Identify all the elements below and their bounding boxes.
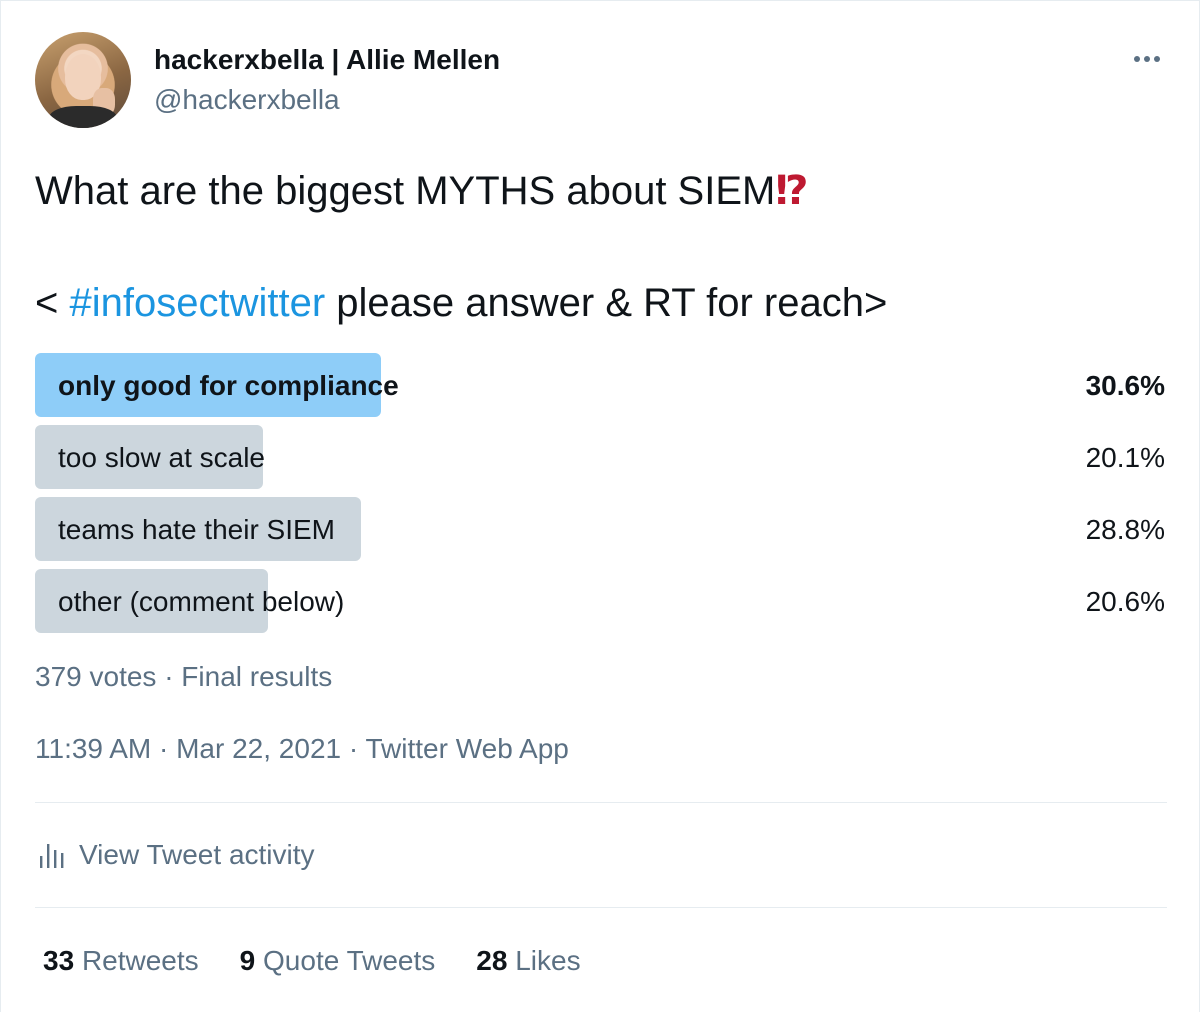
poll-option: only good for compliance 30.6% [35,353,1167,417]
tweet-text: What are the biggest MYTHS about SIEM⁉ <… [35,163,1175,331]
tweet-text-suffix: please answer & RT for reach> [325,281,888,325]
quote-tweets-stat[interactable]: 9 Quote Tweets [240,945,436,977]
view-tweet-activity-label: View Tweet activity [79,839,315,870]
author-display-name[interactable]: hackerxbella | Allie Mellen [154,44,500,76]
view-tweet-activity-button[interactable]: View Tweet activity [35,835,315,875]
bar-chart-icon [40,844,64,868]
poll-option-percent: 30.6% [1085,370,1165,401]
poll-option: too slow at scale 20.1% [35,425,1167,489]
more-options-icon[interactable] [1129,45,1165,73]
likes-label: Likes [515,945,581,976]
tweet-timestamp[interactable]: 11:39 AM · Mar 22, 2021 · Twitter Web Ap… [35,733,569,765]
tweet-card: hackerxbella | Allie Mellen @hackerxbell… [0,0,1200,1012]
poll-option-label: only good for compliance [58,370,399,401]
retweets-count: 33 [43,945,75,976]
tweet-text-prefix: < [35,281,70,325]
poll-option: other (comment below) 20.6% [35,569,1167,633]
poll-option-label: too slow at scale [58,442,265,473]
tweet-text-line1: What are the biggest MYTHS about SIEM [35,169,776,213]
engagement-stats: 33 Retweets 9 Quote Tweets 28 Likes [43,945,581,977]
poll-meta: 379 votes · Final results [35,661,333,692]
retweets-label: Retweets [81,945,199,976]
divider [35,907,1167,908]
divider [35,802,1167,803]
quote-tweets-label: Quote Tweets [263,945,436,976]
poll: only good for compliance 30.6% too slow … [35,353,1167,641]
poll-option-label: other (comment below) [58,586,345,617]
poll-option-percent: 20.6% [1085,586,1165,617]
poll-option-percent: 20.1% [1085,442,1165,473]
author-handle[interactable]: @hackerxbella [154,84,340,116]
poll-option-percent: 28.8% [1085,514,1165,545]
likes-stat[interactable]: 28 Likes [476,945,580,977]
likes-count: 28 [476,945,508,976]
retweets-stat[interactable]: 33 Retweets [43,945,199,977]
poll-option-label: teams hate their SIEM [58,514,336,545]
poll-option: teams hate their SIEM 28.8% [35,497,1167,561]
hashtag-link[interactable]: #infosectwitter [69,281,325,325]
avatar[interactable] [35,32,131,128]
exclamation-question-emoji: ⁉ [775,169,808,213]
quote-tweets-count: 9 [239,945,256,976]
